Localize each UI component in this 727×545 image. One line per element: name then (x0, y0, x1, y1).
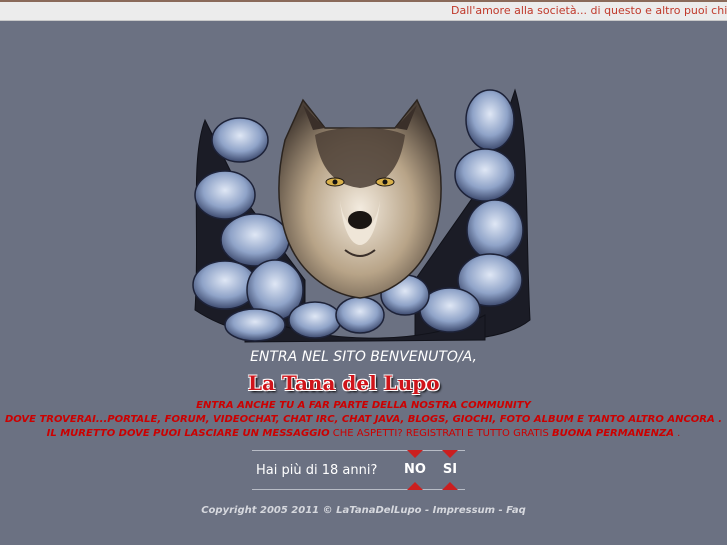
triangle-down-icon (442, 450, 458, 458)
wolf-head-icon (278, 98, 442, 299)
promo-line-3-part-a: IL MURETTO DOVE PUOI LASCIARE UN MESSAGG… (46, 428, 330, 439)
yes-button-label: SI (442, 462, 458, 477)
bottom-leaves (288, 296, 385, 339)
age-verification: Hai più di 18 anni? NO SI (252, 450, 465, 490)
no-button-label: NO (404, 462, 426, 477)
no-button[interactable]: NO (397, 450, 433, 490)
news-ticker-text: Dall'amore alla società... di questo e a… (451, 4, 727, 17)
age-question: Hai più di 18 anni? (256, 463, 378, 478)
site-logo: La Tana del Lupo (248, 371, 476, 399)
promo-line-3-part-b: CHE ASPETTI? REGISTRATI E TUTTO GRATIS (329, 428, 553, 439)
site-logo-text: La Tana del Lupo (248, 371, 440, 395)
triangle-up-icon (407, 482, 423, 490)
welcome-text: ENTRA NEL SITO BENVENUTO/A, (250, 349, 477, 365)
footer-copyright: Copyright 2005 2011 © LaTanaDelLupo - Im… (201, 505, 526, 516)
promo-line-1: ENTRA ANCHE TU A FAR PARTE DELLA NOSTRA … (196, 400, 531, 411)
promo-line-2: DOVE TROVERAI...PORTALE, FORUM, VIDEOCHA… (4, 414, 723, 425)
yes-button[interactable]: SI (432, 450, 468, 490)
news-ticker: Dall'amore alla società... di questo e a… (0, 2, 727, 21)
triangle-down-icon (407, 450, 423, 458)
promo-line-3-part-c: BUONA PERMANENZA (552, 428, 674, 439)
promo-line-3: IL MURETTO DOVE PUOI LASCIARE UN MESSAGG… (0, 428, 727, 439)
wolf-emblem (192, 88, 531, 343)
triangle-up-icon (442, 482, 458, 490)
promo-line-3-part-d: . (674, 428, 681, 439)
